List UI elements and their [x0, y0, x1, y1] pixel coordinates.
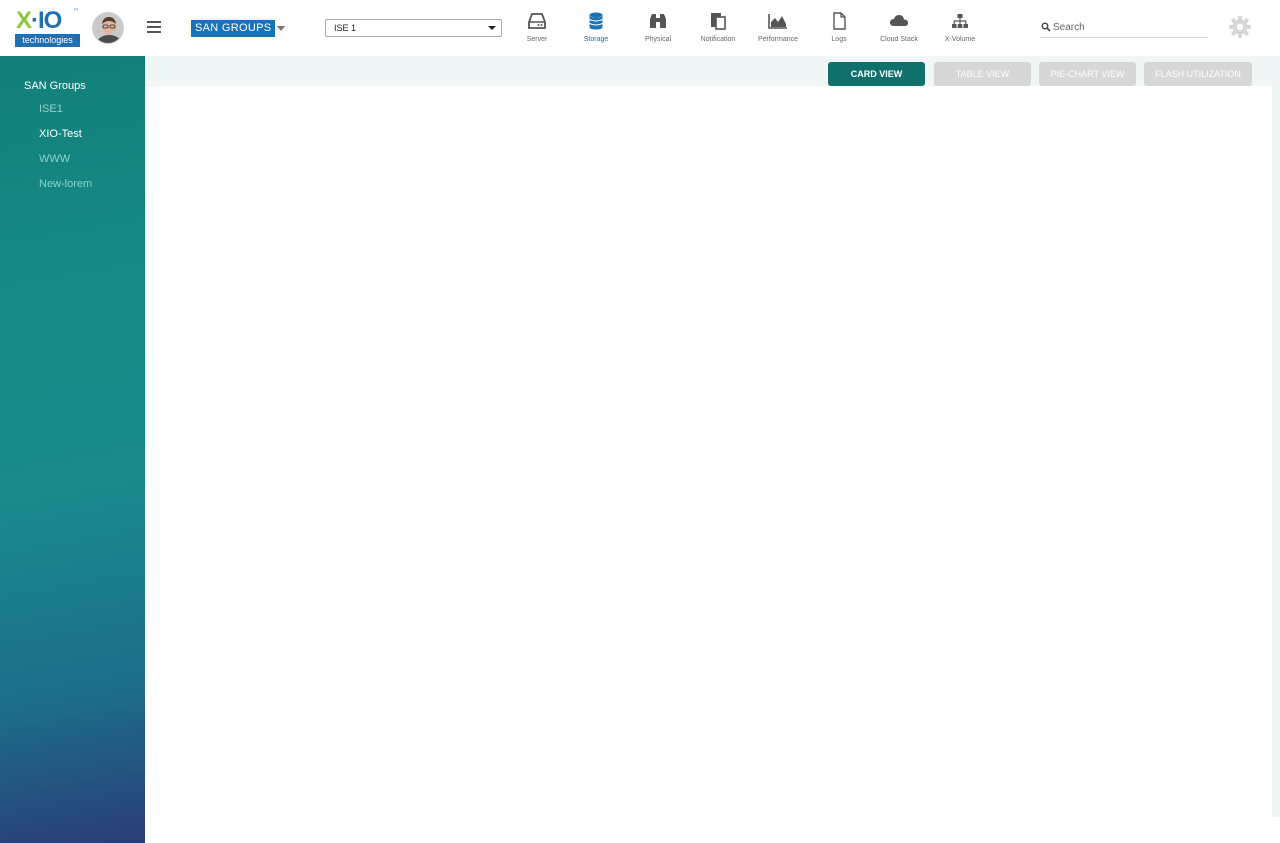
- nav-cloud-stack-label: Cloud Stack: [880, 36, 918, 43]
- vertical-scrollbar[interactable]: [1272, 86, 1280, 817]
- user-avatar[interactable]: [92, 12, 124, 44]
- logo-wordmark: X·IO: [16, 7, 62, 34]
- nav-notification-label: Notification: [700, 36, 736, 43]
- nav-server[interactable]: Server: [521, 12, 553, 46]
- sidebar-title: SAN Groups: [24, 80, 86, 92]
- area-chart-icon: [768, 14, 787, 29]
- nav-server-label: Server: [526, 36, 548, 43]
- clipboard-icon: [711, 13, 726, 30]
- nav-physical-label: Physical: [644, 36, 672, 43]
- search-icon: [1041, 22, 1051, 32]
- table-view-button[interactable]: TABLE VIEW: [934, 62, 1031, 86]
- sidebar-item-xio-test[interactable]: XIO-Test: [39, 128, 82, 140]
- system-select-value: ISE 1: [334, 23, 357, 33]
- card-view-button[interactable]: CARD VIEW: [828, 62, 925, 86]
- xio-logo[interactable]: X·IO ™ technologies: [14, 8, 81, 48]
- system-select[interactable]: ISE 1: [325, 19, 502, 37]
- pie-chart-view-button[interactable]: PIE-CHART VIEW: [1039, 62, 1136, 86]
- sidebar-item-www[interactable]: WWW: [39, 153, 70, 165]
- nav-performance-label: Performance: [757, 36, 799, 43]
- search-input[interactable]: [1053, 19, 1203, 36]
- san-groups-selector[interactable]: SAN GROUPS: [191, 20, 276, 37]
- menu-toggle-icon[interactable]: [147, 21, 161, 33]
- top-navigation-bar: X·IO ™ technologies SAN GROUPS ISE 1 Ser…: [0, 0, 1280, 56]
- logo-subtitle: technologies: [15, 34, 80, 47]
- nav-cloud-stack[interactable]: Cloud Stack: [876, 12, 922, 46]
- nav-logs-label: Logs: [831, 36, 847, 43]
- nav-x-volume-label: X-Volume: [944, 36, 976, 43]
- flash-utilization-button[interactable]: FLASH UTILIZATION: [1144, 62, 1252, 86]
- sidebar: SAN Groups ISE1 XIO-Test WWW New-lorem: [0, 56, 145, 843]
- nav-storage[interactable]: Storage: [580, 12, 612, 46]
- database-icon: [589, 12, 603, 30]
- nav-physical[interactable]: Physical: [640, 12, 676, 46]
- chevron-down-icon: [488, 26, 496, 30]
- sidebar-item-new-lorem[interactable]: New-lorem: [39, 178, 92, 190]
- cloud-icon: [890, 15, 908, 26]
- hard-drive-icon: [528, 13, 546, 29]
- main-content-area: [145, 86, 1272, 817]
- user-photo-icon: [93, 13, 123, 43]
- sidebar-item-ise1[interactable]: ISE1: [39, 103, 63, 115]
- sitemap-icon: [952, 14, 968, 28]
- nav-performance[interactable]: Performance: [752, 12, 804, 46]
- nav-notification[interactable]: Notification: [695, 12, 741, 46]
- nav-logs[interactable]: Logs: [826, 12, 852, 46]
- file-icon: [833, 12, 846, 30]
- nav-storage-label: Storage: [583, 36, 609, 43]
- gear-icon[interactable]: [1228, 15, 1252, 39]
- logo-trademark: ™: [73, 8, 79, 15]
- nav-x-volume[interactable]: X-Volume: [940, 12, 980, 46]
- search-box: [1040, 18, 1208, 38]
- binoculars-icon: [650, 14, 666, 28]
- san-groups-caret-icon[interactable]: [277, 26, 285, 31]
